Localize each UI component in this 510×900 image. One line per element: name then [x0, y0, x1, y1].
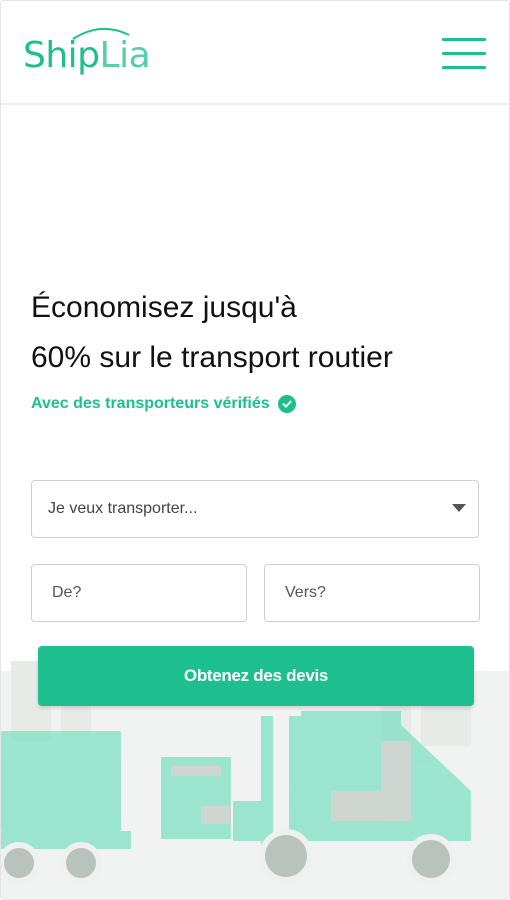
caret-down-icon	[452, 504, 466, 512]
from-input[interactable]	[31, 564, 247, 622]
tagline-text: Avec des transporteurs vérifiés	[31, 395, 270, 412]
hero-title: Économisez jusqu'à 60% sur le transport …	[31, 283, 491, 383]
logo-swoosh-icon	[72, 28, 130, 40]
logo-text-ship: Ship	[23, 35, 100, 76]
page-frame: ShipLia Économisez jusqu'à 60% sur le tr…	[0, 0, 510, 900]
shiplia-logo[interactable]: ShipLia	[23, 28, 151, 81]
get-quotes-button[interactable]: Obtenez des devis	[38, 646, 474, 706]
logo-text-lia: Lia	[99, 35, 151, 76]
cargo-select-placeholder: Je veux transporter...	[48, 500, 198, 517]
hero-title-line1: Économisez jusqu'à	[31, 291, 297, 324]
hero-title-line2: 60% sur le transport routier	[31, 341, 393, 374]
check-circle-icon	[277, 395, 296, 413]
cargo-type-select[interactable]: Je veux transporter...	[31, 480, 479, 538]
to-input[interactable]	[264, 564, 480, 622]
hamburger-menu-icon[interactable]	[442, 38, 486, 70]
verified-carriers-tagline: Avec des transporteurs vérifiés	[31, 392, 296, 416]
top-header: ShipLia	[1, 1, 509, 105]
